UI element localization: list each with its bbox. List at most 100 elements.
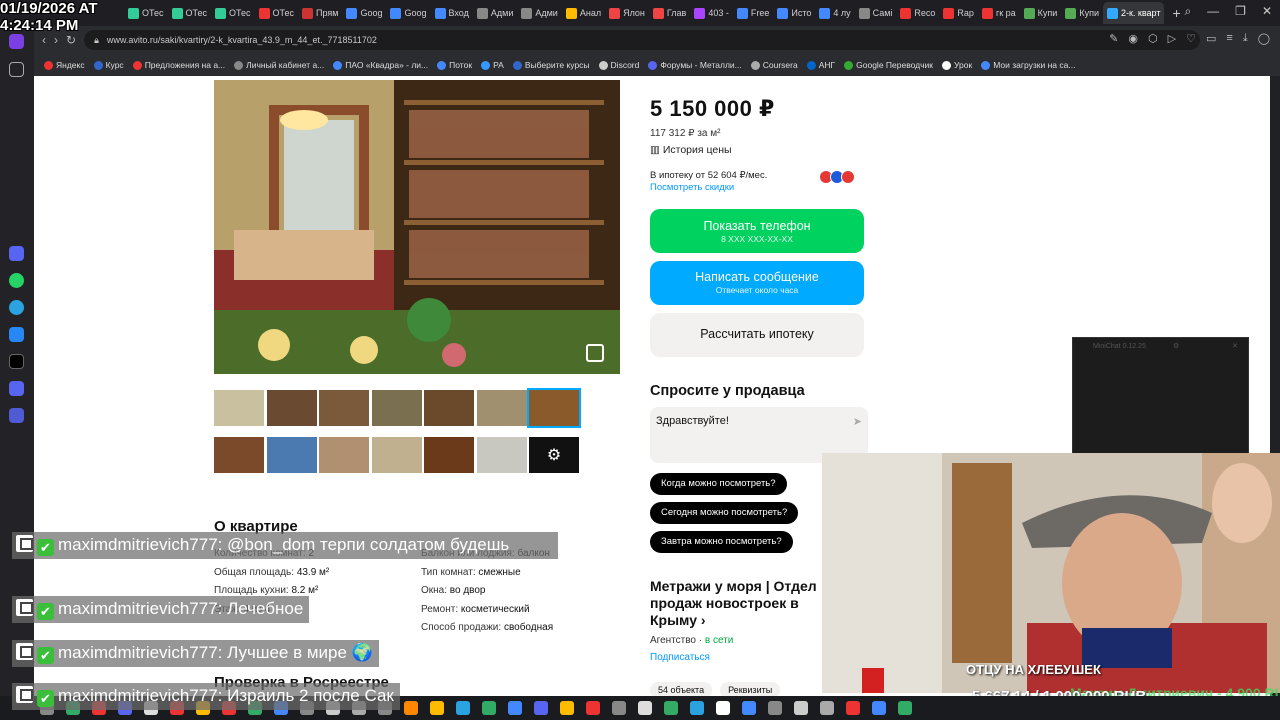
browser-tab[interactable]: Купи bbox=[1061, 2, 1103, 24]
taskbar-app-icon[interactable] bbox=[898, 701, 912, 715]
minichat-window[interactable]: MiniChat 0.12.25 ⚙ ✕ bbox=[1072, 337, 1249, 454]
heart-icon[interactable]: ♡ bbox=[1186, 32, 1196, 45]
bookmark-item[interactable]: РА bbox=[481, 60, 504, 70]
browser-tab[interactable]: Goog bbox=[386, 2, 430, 24]
taskbar-app-icon[interactable] bbox=[534, 701, 548, 715]
photo-thumbnail[interactable] bbox=[266, 390, 317, 426]
taskbar-app-icon[interactable] bbox=[612, 701, 626, 715]
more-photos-icon[interactable]: ⚙ bbox=[529, 437, 579, 473]
browser-tab[interactable]: ОТес bbox=[124, 2, 168, 24]
taskbar-app-icon[interactable] bbox=[508, 701, 522, 715]
taskbar-app-icon[interactable] bbox=[638, 701, 652, 715]
quick-question-1[interactable]: Когда можно посмотреть? bbox=[650, 473, 787, 495]
edit-icon[interactable]: ✎ bbox=[1109, 32, 1118, 45]
taskbar-app-icon[interactable] bbox=[690, 701, 704, 715]
url-field[interactable]: 🔒︎ www.avito.ru/saki/kvartiry/2-k_kvarti… bbox=[84, 30, 1200, 50]
photo-thumbnail[interactable] bbox=[527, 388, 581, 428]
discounts-link[interactable]: Посмотреть скидки bbox=[650, 182, 734, 193]
taskbar-app-icon[interactable] bbox=[846, 701, 860, 715]
bookmark-item[interactable]: Coursera bbox=[750, 60, 798, 70]
bookmark-item[interactable]: Урок bbox=[942, 60, 972, 70]
photo-thumbnail[interactable] bbox=[319, 390, 369, 426]
menu-icon[interactable]: ≡ bbox=[1226, 32, 1232, 45]
photo-thumbnail[interactable] bbox=[476, 390, 527, 426]
main-photo[interactable] bbox=[214, 80, 620, 374]
back-icon[interactable]: ‹ bbox=[42, 33, 46, 47]
taskbar-app-icon[interactable] bbox=[482, 701, 496, 715]
sidebar-app-icon[interactable] bbox=[9, 246, 24, 261]
bookmark-item[interactable]: Выберите курсы bbox=[512, 60, 590, 70]
browser-tab[interactable]: Анал bbox=[562, 2, 605, 24]
seller-requisites-tab[interactable]: Реквизиты bbox=[720, 682, 781, 696]
photo-thumbnail[interactable] bbox=[214, 390, 264, 426]
new-tab-icon[interactable]: + bbox=[1172, 5, 1180, 21]
search-tabs-icon[interactable]: ⌕ bbox=[1184, 4, 1191, 19]
minichat-close-icon[interactable]: ✕ bbox=[1232, 342, 1238, 350]
bookmark-item[interactable]: Предложения на а... bbox=[132, 60, 225, 70]
browser-tab[interactable]: Купи bbox=[1020, 2, 1062, 24]
browser-tab[interactable]: Глав bbox=[649, 2, 690, 24]
bookmark-item[interactable]: Личный кабинет а... bbox=[234, 60, 324, 70]
browser-tab[interactable]: Адми bbox=[517, 2, 561, 24]
download-icon[interactable]: ⤓ bbox=[1243, 32, 1248, 45]
bookmark-item[interactable]: ПАО «Квадра» - ли... bbox=[333, 60, 428, 70]
quick-question-3[interactable]: Завтра можно посмотреть? bbox=[650, 531, 793, 553]
price-history-link[interactable]: ▥ История цены bbox=[650, 144, 732, 156]
bookmark-item[interactable]: Форумы - Металли... bbox=[648, 60, 742, 70]
sidebar-home-icon[interactable] bbox=[9, 34, 24, 49]
taskbar-app-icon[interactable] bbox=[404, 701, 418, 715]
browser-tab[interactable]: Исто bbox=[773, 2, 815, 24]
forward-icon[interactable]: › bbox=[54, 33, 58, 47]
taskbar-app-icon[interactable] bbox=[820, 701, 834, 715]
subscribe-link[interactable]: Подписаться bbox=[650, 652, 710, 663]
sidebar-vk-icon[interactable] bbox=[9, 327, 24, 342]
browser-tab[interactable]: Reco bbox=[896, 2, 939, 24]
taskbar-app-icon[interactable] bbox=[430, 701, 444, 715]
photo-thumbnail[interactable] bbox=[371, 390, 422, 426]
calc-mortgage-button[interactable]: Рассчитать ипотеку bbox=[650, 313, 864, 357]
minichat-settings-icon[interactable]: ⚙ bbox=[1173, 342, 1179, 350]
play-icon[interactable]: ▷ bbox=[1168, 32, 1176, 45]
taskbar-app-icon[interactable] bbox=[794, 701, 808, 715]
taskbar-app-icon[interactable] bbox=[872, 701, 886, 715]
taskbar-app-icon[interactable] bbox=[456, 701, 470, 715]
vpn-icon[interactable]: ⬡ bbox=[1148, 32, 1158, 45]
sidebar-whatsapp-icon[interactable] bbox=[9, 273, 24, 288]
bookmark-item[interactable]: Discord bbox=[598, 60, 639, 70]
sidebar-discord-icon[interactable] bbox=[9, 381, 24, 396]
browser-tab[interactable]: Goog bbox=[342, 2, 386, 24]
send-icon[interactable]: ➤ bbox=[853, 415, 862, 428]
bookmark-item[interactable]: АНГ bbox=[806, 60, 835, 70]
browser-tab[interactable]: Прям bbox=[298, 2, 342, 24]
bookmark-item[interactable]: Поток bbox=[437, 60, 472, 70]
sidebar-extra-icon[interactable] bbox=[9, 408, 24, 423]
bookmark-item[interactable]: Яндекс bbox=[44, 60, 85, 70]
sidebar-telegram-icon[interactable] bbox=[9, 300, 24, 315]
browser-tab[interactable]: 403 - bbox=[690, 2, 733, 24]
taskbar-app-icon[interactable] bbox=[560, 701, 574, 715]
wallet-icon[interactable]: ▭ bbox=[1206, 32, 1216, 45]
browser-tab[interactable]: 4 лу bbox=[815, 2, 854, 24]
photo-thumbnail[interactable] bbox=[319, 437, 369, 473]
taskbar-app-icon[interactable] bbox=[586, 701, 600, 715]
seller-name-link[interactable]: Метражи у моря | Отдел продаж новостроек… bbox=[650, 578, 824, 629]
taskbar-app-icon[interactable] bbox=[768, 701, 782, 715]
taskbar-app-icon[interactable] bbox=[742, 701, 756, 715]
photo-thumbnail[interactable] bbox=[371, 437, 422, 473]
bookmark-item[interactable]: Мои загрузки на са... bbox=[981, 60, 1075, 70]
bookmark-item[interactable]: Курс bbox=[93, 60, 124, 70]
sidebar-x-icon[interactable] bbox=[9, 354, 24, 369]
camera-icon[interactable]: ◉ bbox=[1128, 32, 1138, 45]
taskbar-app-icon[interactable] bbox=[664, 701, 678, 715]
browser-tab[interactable]: ОТес bbox=[168, 2, 212, 24]
sidebar-star-icon[interactable] bbox=[9, 62, 24, 77]
seller-objects-tab[interactable]: 54 объекта bbox=[650, 682, 713, 696]
browser-tab[interactable]: гк ра bbox=[978, 2, 1020, 24]
browser-tab[interactable]: Самі bbox=[855, 2, 897, 24]
show-phone-button[interactable]: Показать телефон 8 XXX XXX-XX-XX bbox=[650, 209, 864, 253]
expand-photo-icon[interactable] bbox=[586, 344, 604, 362]
browser-tab[interactable]: Free bbox=[733, 2, 774, 24]
photo-thumbnail[interactable] bbox=[424, 437, 474, 473]
photo-thumbnail[interactable] bbox=[214, 437, 264, 473]
reload-icon[interactable]: ↻ bbox=[66, 33, 76, 47]
